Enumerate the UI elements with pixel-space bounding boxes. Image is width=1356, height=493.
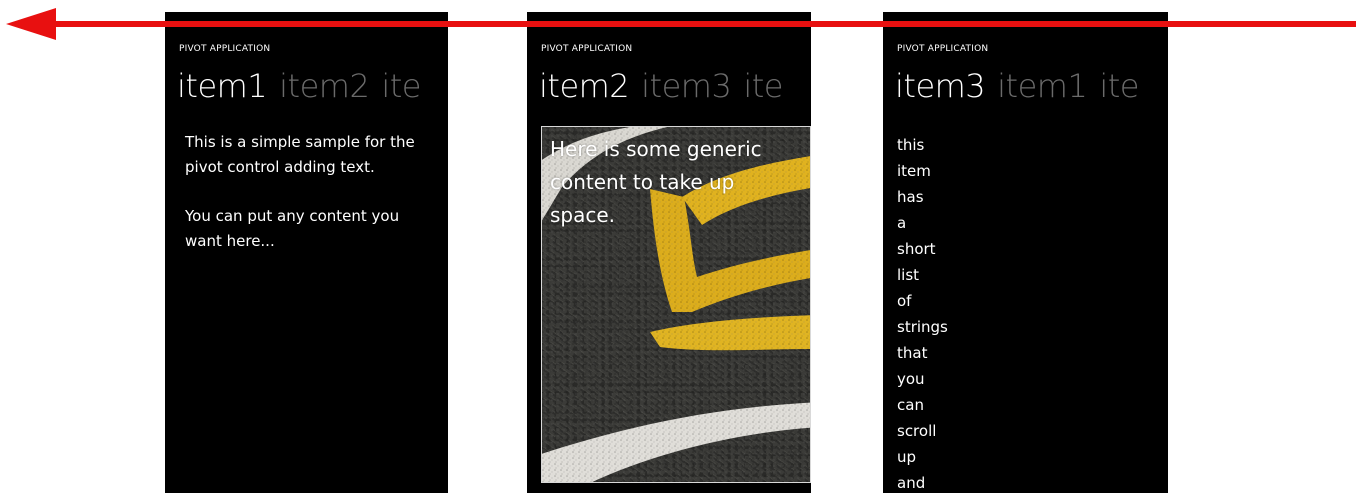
list-item: of (897, 292, 912, 310)
list-item: up (897, 448, 917, 466)
pivot-content: This is a simple sample for the pivot co… (185, 130, 435, 278)
list-item: scroll (897, 422, 937, 440)
pivot-header: item2 item3 ite (539, 66, 795, 106)
string-list[interactable]: this item has a short list of strings th… (897, 132, 948, 493)
app-title: PIVOT APPLICATION (541, 44, 633, 54)
pivot-screen-item3: PIVOT APPLICATION item3 item1 ite this ite… (883, 12, 1168, 493)
list-item: list (897, 266, 920, 284)
list-item: that (897, 344, 928, 362)
list-item: this (897, 136, 925, 154)
pivot-tab-item2-partial[interactable]: ite (1099, 67, 1139, 105)
list-item: you (897, 370, 925, 388)
list-item: short (897, 240, 936, 258)
background-photo: Here is some generic content to take up … (541, 126, 811, 483)
list-item: can (897, 396, 924, 414)
list-item: has (897, 188, 924, 206)
app-title: PIVOT APPLICATION (897, 44, 989, 54)
pivot-screen-item1: PIVOT APPLICATION item1 item2 ite This is … (165, 12, 448, 493)
pivot-tab-item2[interactable]: item2 (279, 67, 370, 105)
content-text: Here is some generic content to take up … (550, 137, 762, 227)
pivot-tab-item3[interactable]: item3 (895, 67, 986, 105)
content-paragraph-1: This is a simple sample for the pivot co… (185, 133, 415, 176)
list-item: and (897, 474, 926, 492)
pivot-tab-item1-partial[interactable]: ite (743, 67, 783, 105)
pivot-tab-item1[interactable]: item1 (997, 67, 1088, 105)
pivot-tab-item3[interactable]: item3 (641, 67, 732, 105)
pivot-header: item3 item1 ite (895, 66, 1151, 106)
pivot-tab-item1[interactable]: item1 (177, 67, 268, 105)
pivot-tab-item2[interactable]: item2 (539, 67, 630, 105)
list-item: strings (897, 318, 948, 336)
pivot-header: item1 item2 ite (177, 66, 433, 106)
list-item: item (897, 162, 931, 180)
content-paragraph-2: You can put any content you want here... (185, 207, 400, 250)
pivot-screen-item2: PIVOT APPLICATION item2 item3 ite Here i… (527, 12, 811, 493)
list-item: a (897, 214, 907, 232)
pivot-tab-item3-partial[interactable]: ite (381, 67, 421, 105)
app-title: PIVOT APPLICATION (179, 44, 271, 54)
